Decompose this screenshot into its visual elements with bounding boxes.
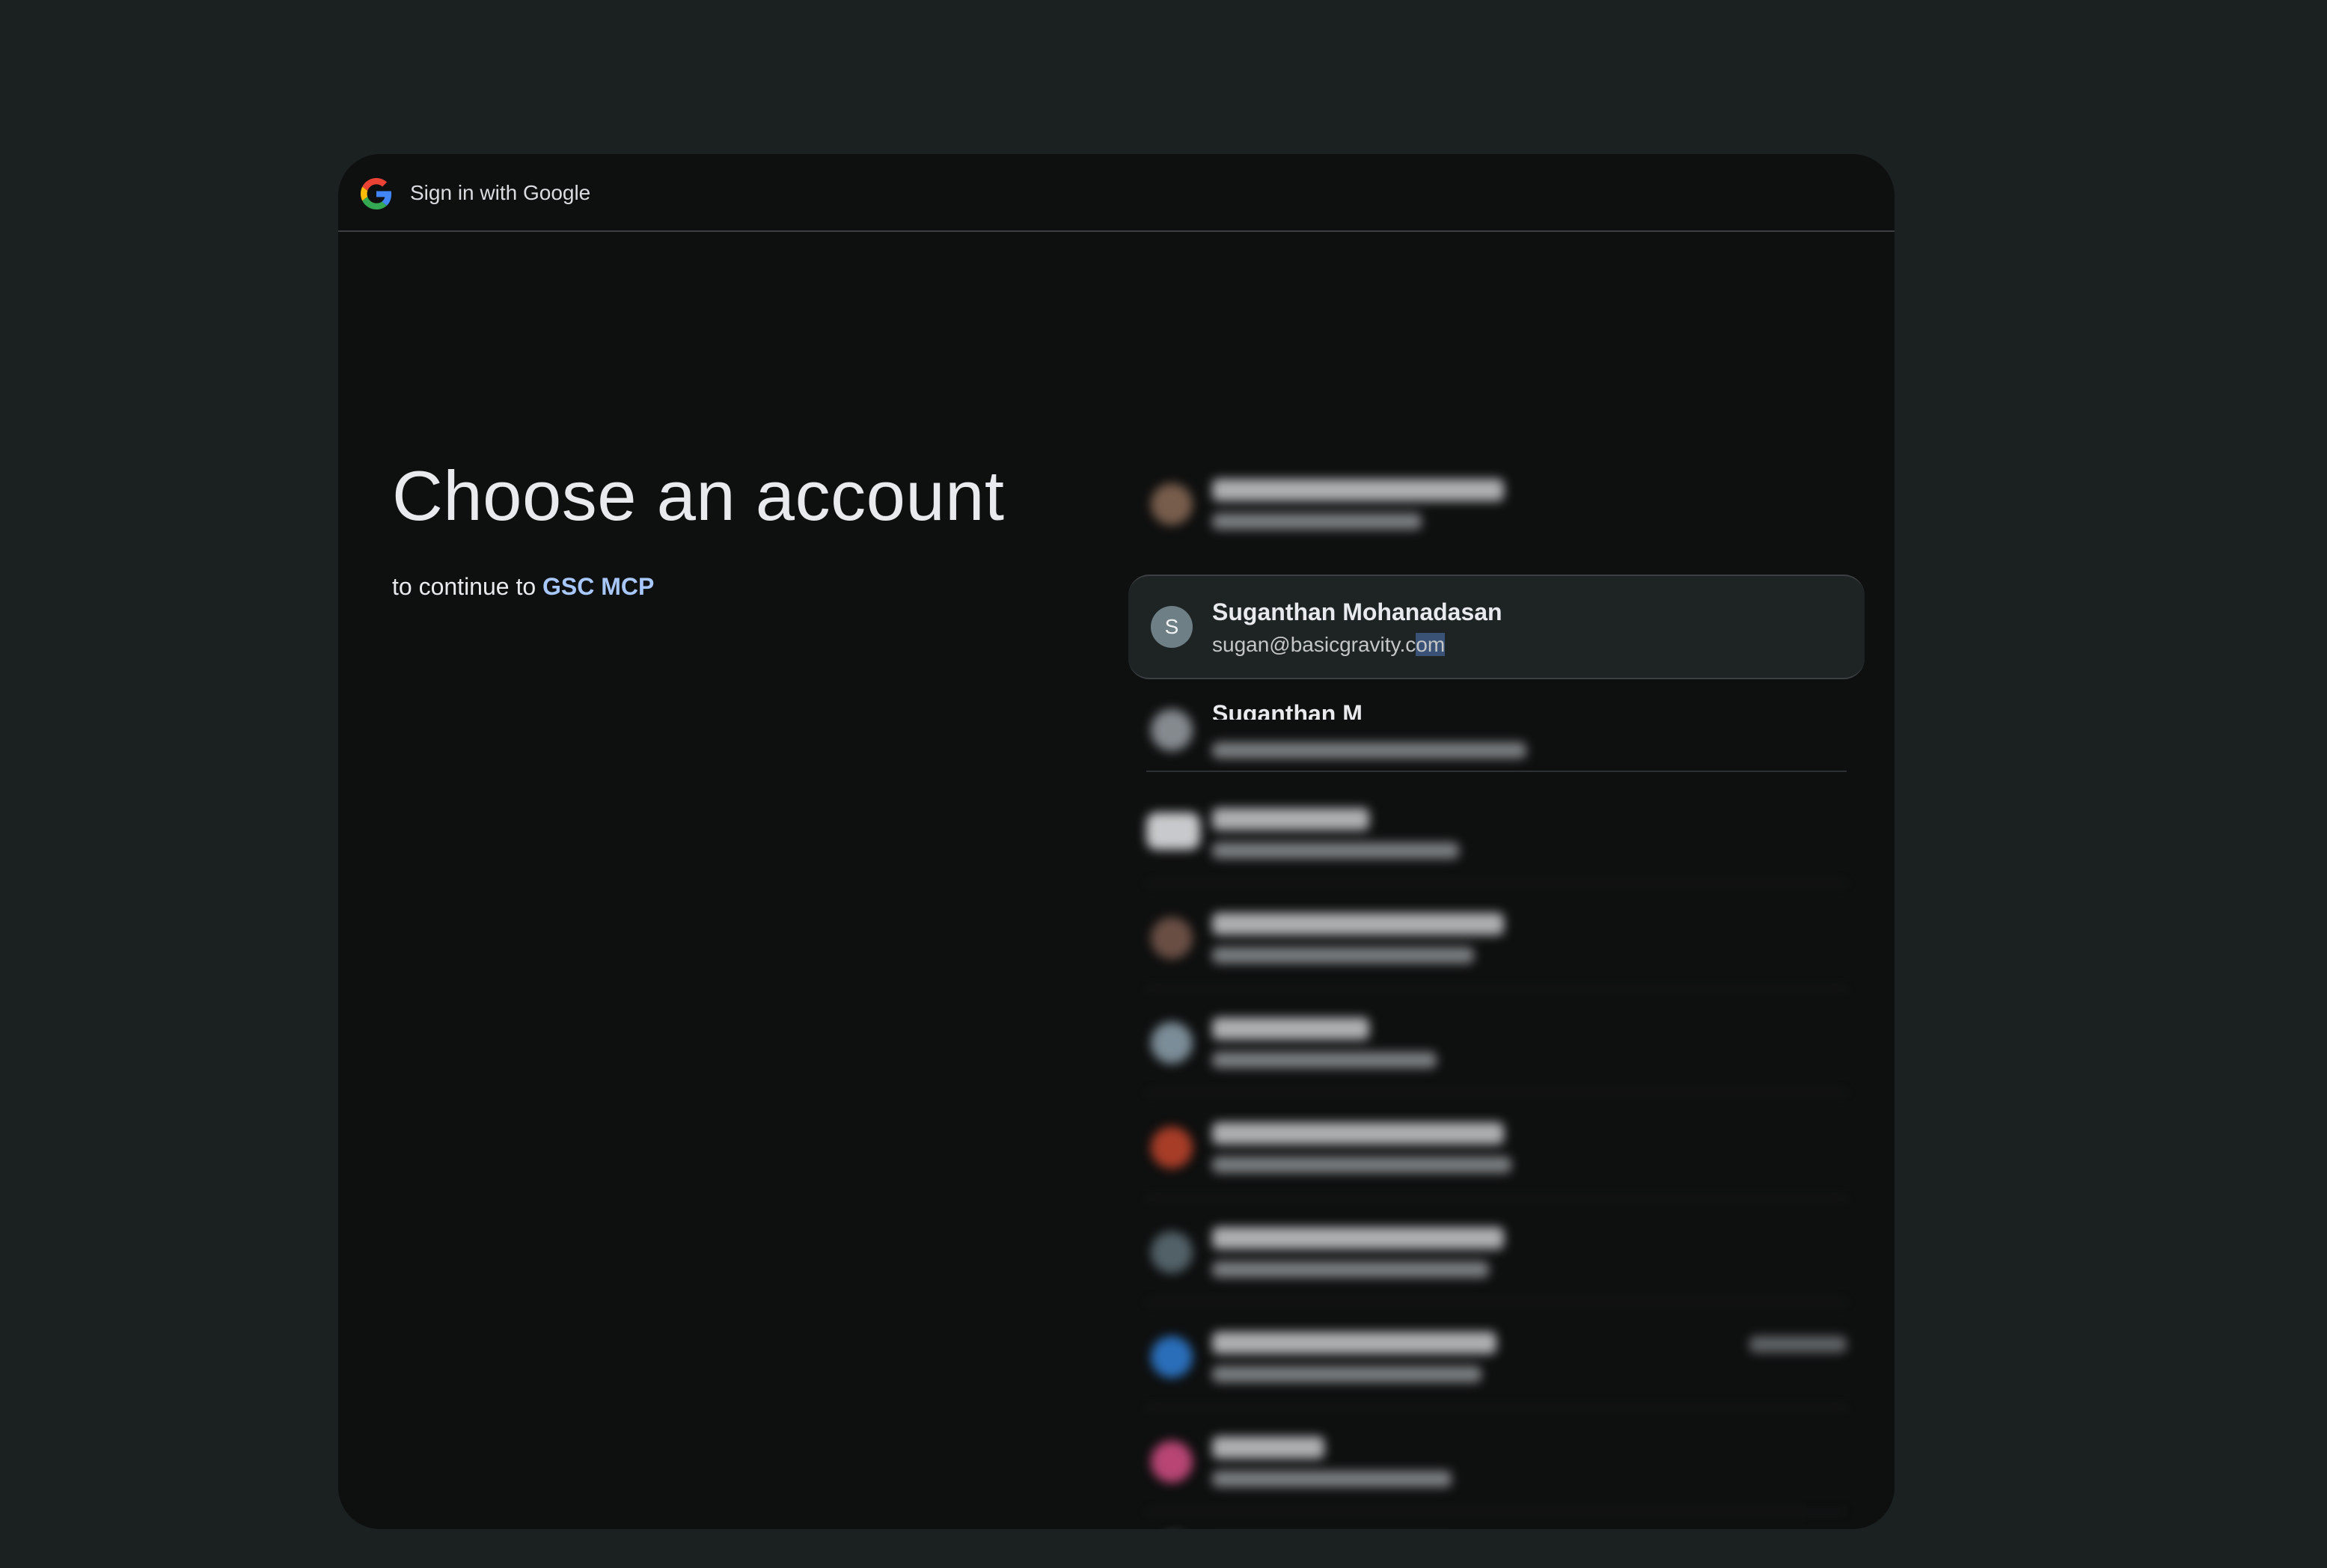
avatar bbox=[1151, 917, 1193, 959]
account-name-blurred bbox=[1212, 1017, 1369, 1040]
page-title: Choose an account bbox=[392, 456, 1005, 535]
account-row[interactable] bbox=[1128, 992, 1865, 1094]
divider bbox=[1146, 771, 1847, 772]
account-name-blurred bbox=[1212, 1227, 1504, 1249]
avatar bbox=[1151, 1127, 1193, 1169]
divider bbox=[1146, 1302, 1847, 1303]
avatar bbox=[1151, 1336, 1193, 1378]
use-another-account-row[interactable] bbox=[1128, 1516, 1865, 1529]
account-email: sugan@basicgravity.com bbox=[1212, 633, 1446, 657]
account-row[interactable] bbox=[1128, 887, 1865, 989]
avatar bbox=[1151, 709, 1193, 751]
header-title: Sign in with Google bbox=[410, 181, 591, 204]
divider bbox=[1146, 883, 1847, 884]
divider bbox=[1146, 1406, 1847, 1408]
sign-in-dialog: Sign in with Google Choose an account to… bbox=[338, 154, 1895, 1529]
google-g-icon bbox=[361, 178, 392, 209]
account-name: Suganthan Mohanadasan bbox=[1212, 598, 1502, 625]
account-name-blurred bbox=[1212, 479, 1504, 501]
dialog-header: Sign in with Google bbox=[338, 154, 1895, 232]
text-selection-highlight: om bbox=[1416, 633, 1446, 656]
account-email-blurred bbox=[1212, 842, 1459, 859]
account-row[interactable] bbox=[1128, 1411, 1865, 1513]
account-name-blurred bbox=[1212, 808, 1369, 830]
divider bbox=[1146, 1197, 1847, 1198]
avatar bbox=[1146, 812, 1200, 850]
account-email-text: sugan@basicgravity.c bbox=[1212, 633, 1416, 656]
account-email-blurred bbox=[1212, 947, 1474, 964]
divider bbox=[1146, 1092, 1847, 1094]
account-email-blurred bbox=[1212, 1052, 1437, 1068]
account-name-blurred bbox=[1212, 1332, 1496, 1354]
divider bbox=[1146, 987, 1847, 989]
account-name-blurred bbox=[1212, 913, 1504, 935]
account-row[interactable] bbox=[1128, 1306, 1865, 1408]
account-email-blurred bbox=[1212, 1261, 1489, 1278]
account-email-blurred bbox=[1212, 1157, 1511, 1173]
avatar: S bbox=[1151, 606, 1193, 648]
account-email-blurred bbox=[1212, 742, 1526, 759]
account-row[interactable] bbox=[1128, 1201, 1865, 1303]
continue-text: to continue to GSC MCP bbox=[392, 573, 654, 601]
account-name-blurred bbox=[1212, 1122, 1504, 1145]
account-row[interactable] bbox=[1128, 1097, 1865, 1198]
account-row[interactable] bbox=[1128, 453, 1865, 555]
avatar bbox=[1151, 1441, 1193, 1483]
divider bbox=[1146, 1511, 1847, 1513]
avatar bbox=[1151, 1022, 1193, 1064]
app-name-link[interactable]: GSC MCP bbox=[542, 573, 654, 600]
avatar bbox=[1151, 1231, 1193, 1273]
account-email-blurred bbox=[1212, 1366, 1481, 1382]
avatar bbox=[1151, 483, 1193, 525]
account-row[interactable] bbox=[1128, 783, 1865, 884]
account-name-blurred bbox=[1212, 1436, 1324, 1459]
account-row-selected[interactable]: S Suganthan Mohanadasan sugan@basicgravi… bbox=[1128, 575, 1865, 679]
account-email-blurred bbox=[1212, 1471, 1452, 1487]
continue-prefix: to continue to bbox=[392, 573, 536, 600]
account-email-blurred bbox=[1212, 513, 1422, 530]
account-badge-blurred bbox=[1749, 1336, 1847, 1353]
